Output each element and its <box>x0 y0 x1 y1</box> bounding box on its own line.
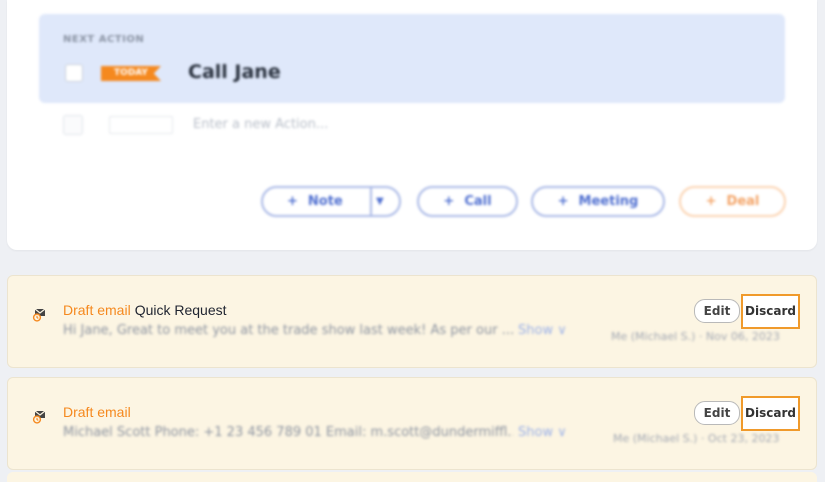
next-action-checkbox[interactable] <box>65 64 83 82</box>
email-preview: Hi Jane, Great to meet you at the trade … <box>63 323 513 338</box>
next-action-card[interactable]: NEXT ACTION TODAY Call Jane <box>39 14 785 103</box>
email-subject: Quick Request <box>134 302 227 318</box>
plus-icon: + <box>287 194 298 209</box>
add-call-button[interactable]: + Call <box>417 186 518 217</box>
draft-email-icon <box>32 308 46 322</box>
draft-email-label: Draft email <box>63 404 131 420</box>
discard-button[interactable]: Discard <box>741 294 800 329</box>
new-action-row: Enter a new Action... <box>63 112 763 138</box>
email-meta: Me (Michael S.) · Oct 23, 2023 <box>613 432 780 445</box>
plus-icon: + <box>557 194 569 209</box>
add-note-button[interactable]: + Note ▼ <box>261 186 401 217</box>
next-card-edge <box>7 472 817 482</box>
next-action-label: NEXT ACTION <box>63 34 145 45</box>
next-action-title[interactable]: Call Jane <box>188 61 281 83</box>
draft-email-icon <box>32 410 46 424</box>
activity-panel: NEXT ACTION TODAY Call Jane Enter a new … <box>7 0 817 250</box>
new-action-input[interactable]: Enter a new Action... <box>193 117 328 132</box>
draft-email-card[interactable]: Draft email Quick Request Hi Jane, Great … <box>7 275 817 368</box>
add-deal-button[interactable]: + Deal <box>679 186 786 217</box>
email-meta: Me (Michael S.) · Nov 06, 2023 <box>611 330 780 343</box>
discard-button[interactable]: Discard <box>741 396 800 431</box>
email-title[interactable]: Draft email <box>63 404 135 420</box>
show-more-link[interactable]: Show ∨ <box>518 323 567 338</box>
divider <box>370 188 372 215</box>
add-meeting-button[interactable]: + Meeting <box>531 186 665 217</box>
plus-icon: + <box>443 194 455 209</box>
edit-button[interactable]: Edit <box>694 401 740 425</box>
draft-email-label: Draft email <box>63 302 131 318</box>
meeting-label: Meeting <box>578 194 639 209</box>
today-tag: TODAY <box>101 66 161 81</box>
call-label: Call <box>464 194 492 209</box>
email-preview: Michael Scott Phone: +1 23 456 789 01 Em… <box>63 425 513 440</box>
email-title[interactable]: Draft email Quick Request <box>63 302 227 318</box>
new-action-checkbox[interactable] <box>63 115 83 135</box>
show-more-link[interactable]: Show ∨ <box>518 425 567 440</box>
plus-icon: + <box>705 194 717 209</box>
caret-down-icon[interactable]: ▼ <box>376 188 384 215</box>
deal-label: Deal <box>726 194 760 209</box>
edit-button[interactable]: Edit <box>694 299 740 323</box>
new-action-date-field[interactable] <box>109 116 173 134</box>
note-label: Note <box>307 194 343 209</box>
draft-email-card[interactable]: Draft email Michael Scott Phone: +1 23 4… <box>7 377 817 470</box>
